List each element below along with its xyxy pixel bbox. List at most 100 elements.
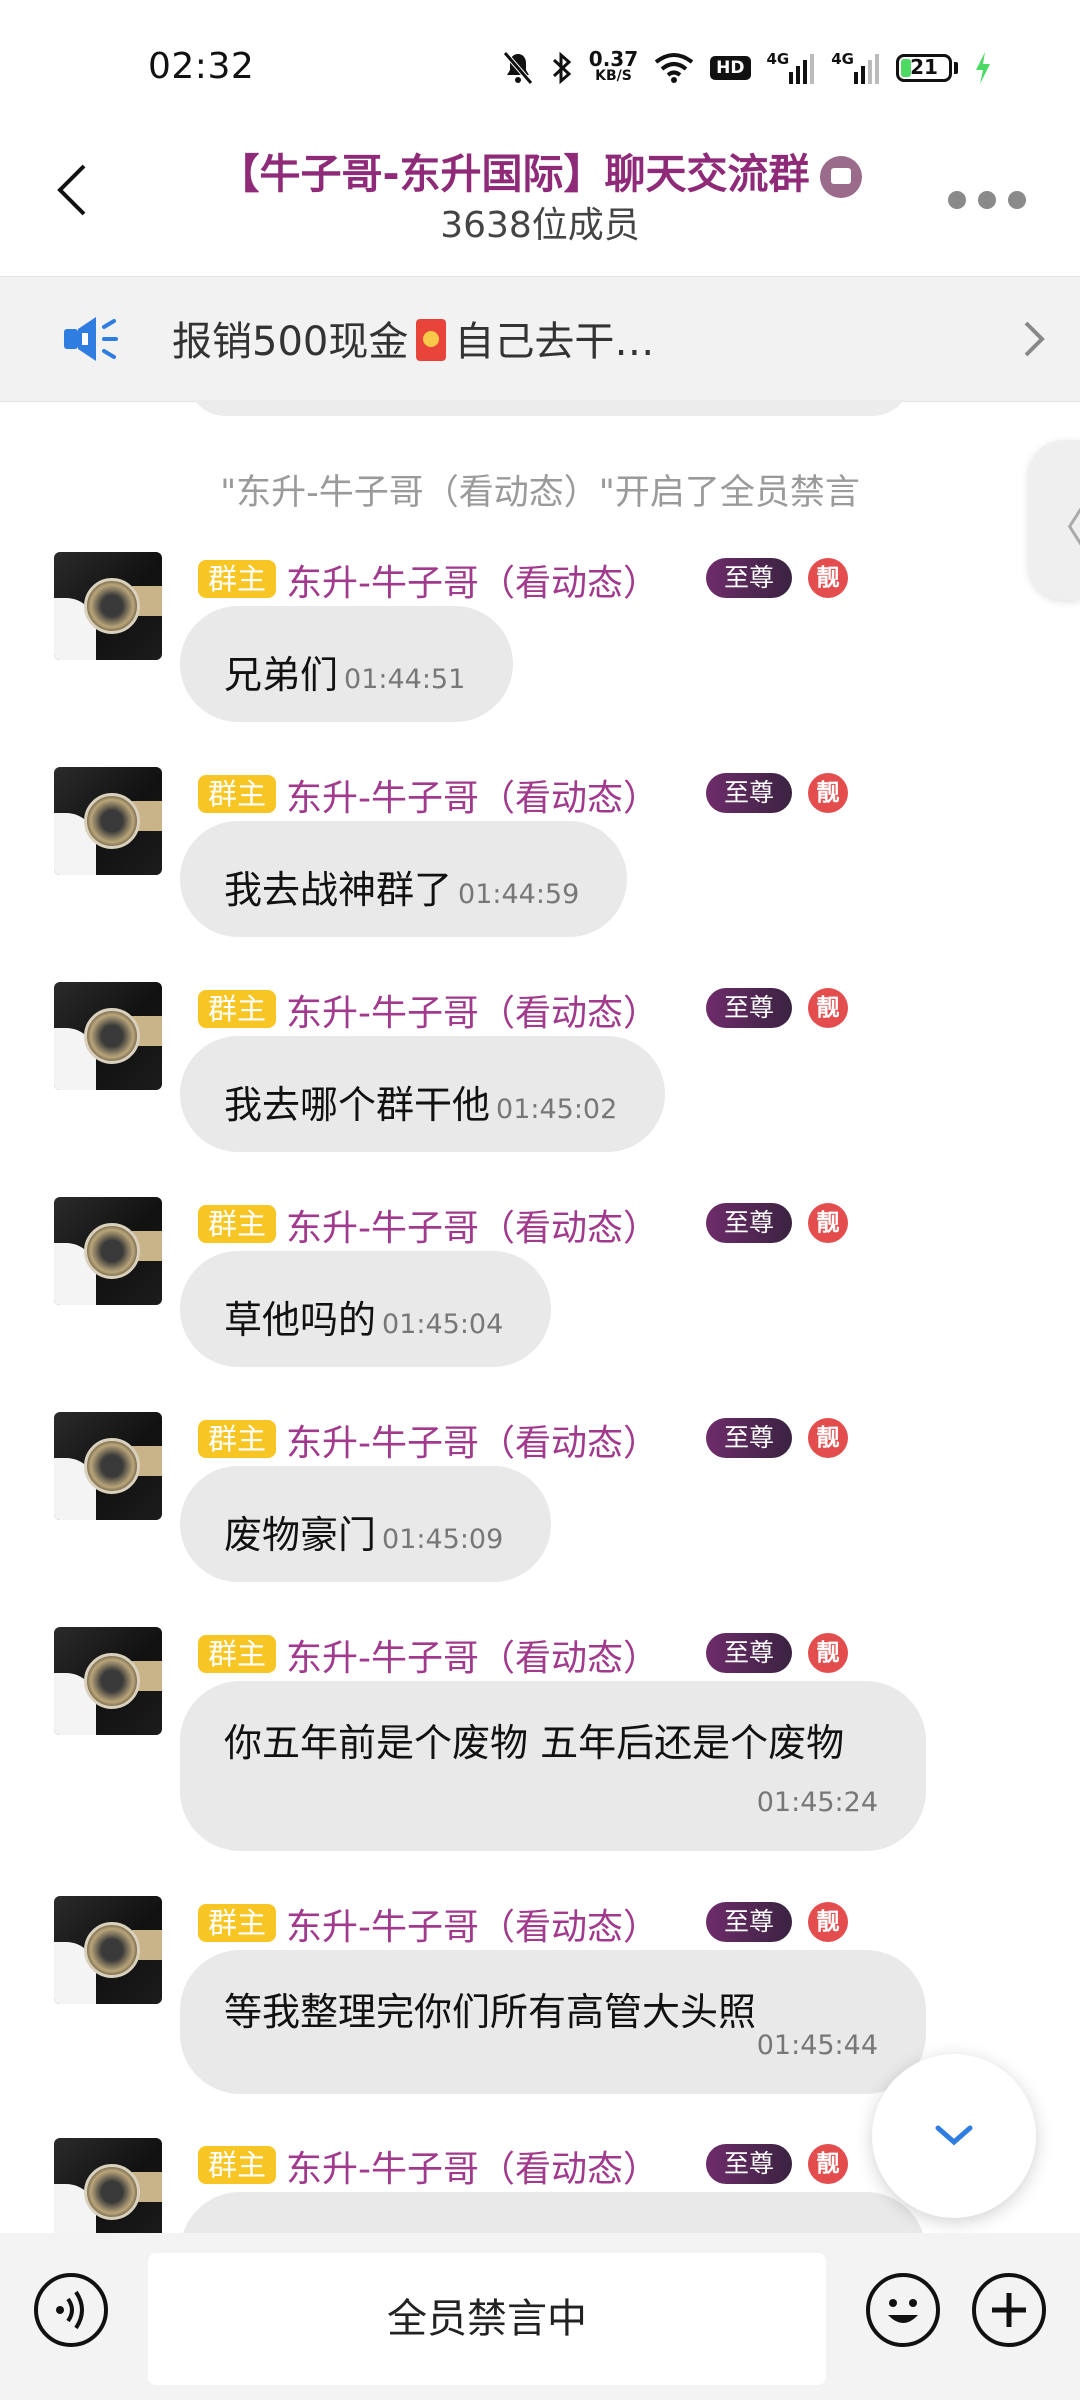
announcement-text-before: 报销500现金 [172, 319, 409, 365]
charging-bolt-icon [974, 48, 992, 88]
rank-badge: 至尊 [706, 1418, 792, 1458]
sender-name[interactable]: 东升-牛子哥（看动态） [286, 554, 659, 606]
message-text: 废物豪门 [224, 1513, 377, 1557]
member-count: 3638位成员 [440, 205, 640, 246]
rank-badge: 至尊 [706, 558, 792, 598]
red-envelope-icon [416, 319, 447, 361]
message-text: 我去战神群了 [224, 868, 453, 912]
network-type-label: 4G [831, 50, 854, 68]
message-text: 兄弟们 [224, 653, 339, 697]
status-time: 02:32 [148, 46, 255, 87]
group-title[interactable]: 【牛子哥-东升国际】聊天交流群 [0, 140, 1080, 200]
announcement-text: 报销500现金 自己去干… [172, 309, 654, 367]
message-bubble[interactable]: 兄弟们 01:44:51 [180, 606, 514, 722]
wifi-icon [654, 48, 694, 88]
dot [948, 191, 966, 209]
owner-badge: 群主 [198, 2146, 277, 2184]
sender-avatar[interactable] [54, 2138, 162, 2233]
sender-avatar[interactable] [54, 1412, 162, 1520]
plus-icon [992, 2293, 1026, 2327]
sender-name[interactable]: 东升-牛子哥（看动态） [286, 1199, 659, 1251]
sender-name[interactable]: 东升-牛子哥（看动态） [286, 984, 659, 1036]
owner-badge: 群主 [198, 1635, 277, 1673]
message-input[interactable]: 全员禁言中 [148, 2253, 826, 2385]
message-text: 等我整理完你们所有高管大头照 [224, 1990, 757, 2034]
chat-header: 【牛子哥-东升国际】聊天交流群 3638位成员 [0, 130, 1080, 275]
sender-avatar[interactable] [54, 1896, 162, 2004]
signal-4g-icon-1: 4G [767, 48, 816, 88]
dot [978, 191, 996, 209]
message-time: 01:45:04 [382, 1309, 504, 1340]
network-speed: 0.37 KB/S [589, 48, 638, 88]
status-bar: 02:32 0.37 KB/S HD 4G 4G 21 [0, 0, 1080, 130]
owner-badge: 群主 [198, 1904, 277, 1942]
status-icons: 0.37 KB/S HD 4G 4G 21 [501, 48, 992, 88]
pretty-number-badge: 靓 [808, 1633, 848, 1673]
rank-badge: 至尊 [706, 773, 792, 813]
sender-avatar[interactable] [54, 1627, 162, 1735]
voice-button[interactable] [34, 2273, 108, 2347]
voice-icon [56, 2290, 84, 2330]
battery-level: 21 [910, 55, 938, 79]
message-time: 01:45:24 [756, 1787, 878, 1818]
pretty-number-badge: 靓 [808, 2144, 848, 2184]
sender-name[interactable]: 东升-牛子哥（看动态） [286, 2140, 659, 2192]
emoji-icon [888, 2299, 918, 2323]
network-speed-value: 0.37 [588, 47, 639, 71]
message-bubble[interactable]: 废物豪门 01:45:09 [180, 1466, 552, 1582]
sender-avatar[interactable] [54, 982, 162, 1090]
system-notice: "东升-牛子哥（看动态）"开启了全员禁言 [220, 473, 860, 513]
message-time: 01:44:59 [458, 879, 580, 910]
rank-badge: 至尊 [706, 2144, 792, 2184]
pretty-number-badge: 靓 [808, 1418, 848, 1458]
input-bar: 全员禁言中 [0, 2233, 1080, 2400]
chevron-left-icon: 〈 [1042, 492, 1080, 556]
emoji-button[interactable] [866, 2273, 940, 2347]
message-text: 我去哪个群干他 [224, 1083, 491, 1127]
previous-message-bubble [186, 400, 912, 416]
group-badge-icon [819, 156, 862, 198]
network-speed-unit: KB/S [595, 68, 632, 84]
message-bubble[interactable] [180, 2192, 926, 2233]
owner-badge: 群主 [198, 560, 277, 598]
sender-name[interactable]: 东升-牛子哥（看动态） [286, 1629, 659, 1681]
message-bubble[interactable]: 我去战神群了 01:44:59 [180, 821, 628, 937]
battery-icon: 21 [896, 48, 958, 88]
rank-badge: 至尊 [706, 1902, 792, 1942]
message-row: 群主 东升-牛子哥（看动态） 至尊靓你五年前是个废物 五年后还是个废物 01:45:2… [0, 1627, 1080, 1887]
rank-badge: 至尊 [706, 1203, 792, 1243]
megaphone-icon [62, 313, 120, 369]
group-title-text: 【牛子哥-东升国际】聊天交流群 [218, 150, 810, 198]
sender-name[interactable]: 东升-牛子哥（看动态） [286, 1898, 659, 1950]
bluetooth-icon [551, 48, 573, 88]
scroll-to-bottom-button[interactable] [872, 2054, 1036, 2218]
message-time: 01:45:02 [496, 1094, 618, 1125]
message-bubble[interactable]: 你五年前是个废物 五年后还是个废物 01:45:24 [180, 1681, 926, 1851]
pretty-number-badge: 靓 [808, 558, 848, 598]
sender-avatar[interactable] [54, 552, 162, 660]
message-bubble[interactable]: 等我整理完你们所有高管大头照 01:45:44 [180, 1950, 926, 2094]
sender-avatar[interactable] [54, 1197, 162, 1305]
sender-name[interactable]: 东升-牛子哥（看动态） [286, 769, 659, 821]
pretty-number-badge: 靓 [808, 988, 848, 1028]
announcement-text-after: 自己去干… [454, 319, 655, 365]
dot [1008, 191, 1026, 209]
message-bubble[interactable]: 草他吗的 01:45:04 [180, 1251, 552, 1367]
group-announcement[interactable]: 报销500现金 自己去干… [0, 276, 1080, 402]
hd-icon: HD [710, 48, 751, 88]
owner-badge: 群主 [198, 1205, 277, 1243]
network-type-label: 4G [766, 50, 790, 68]
sender-avatar[interactable] [54, 767, 162, 875]
sender-name[interactable]: 东升-牛子哥（看动态） [286, 1414, 659, 1466]
message-bubble[interactable]: 我去哪个群干他 01:45:02 [180, 1036, 666, 1152]
owner-badge: 群主 [198, 775, 277, 813]
chat-list[interactable]: "东升-牛子哥（看动态）"开启了全员禁言 〈 群主东升-牛子哥（看动态）至尊靓兄… [0, 400, 1080, 2233]
chevron-right-icon [1014, 315, 1054, 363]
signal-4g-icon-2: 4G [831, 48, 880, 88]
pretty-number-badge: 靓 [808, 1902, 848, 1942]
more-options-button[interactable] [932, 180, 1042, 220]
message-time: 01:45:09 [382, 1524, 504, 1555]
message-time: 01:45:44 [756, 2030, 878, 2061]
more-actions-button[interactable] [972, 2273, 1046, 2347]
rank-badge: 至尊 [706, 1633, 792, 1673]
